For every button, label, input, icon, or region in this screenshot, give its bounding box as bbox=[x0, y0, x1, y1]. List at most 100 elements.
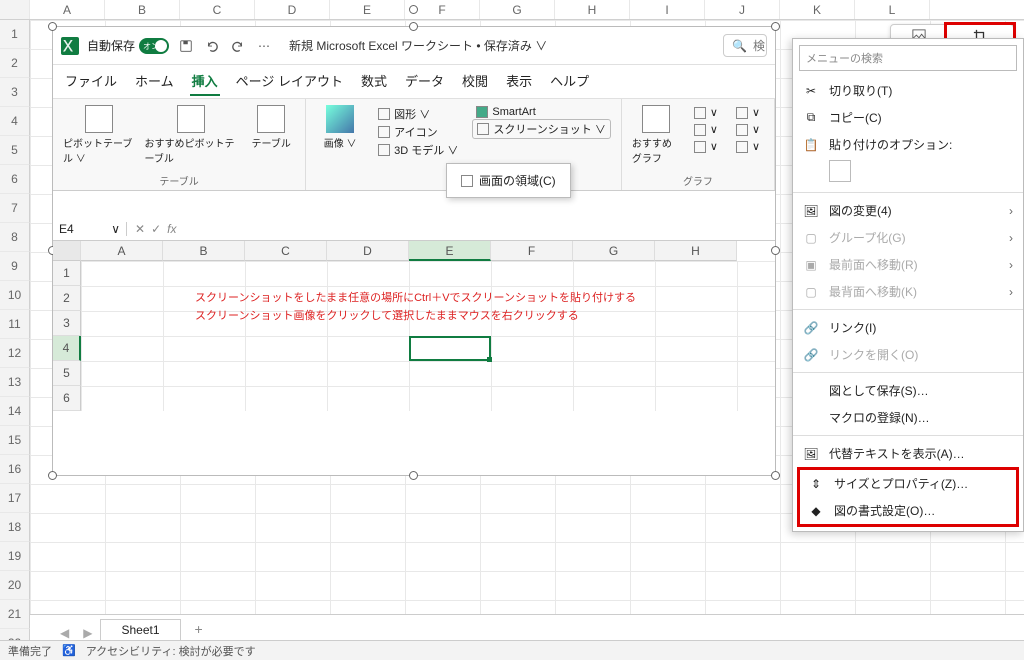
col[interactable]: I bbox=[630, 0, 705, 19]
outer-sheet-tabs: ◀ ▶ Sheet1 + bbox=[30, 614, 1024, 640]
col[interactable]: H bbox=[555, 0, 630, 19]
name-box[interactable]: E4∨ bbox=[53, 222, 127, 236]
menu-search[interactable]: メニューの検索 bbox=[799, 45, 1017, 71]
area-chart-icon bbox=[736, 124, 748, 136]
accept-icon[interactable]: ✓ bbox=[151, 222, 161, 236]
link-icon: 🔗 bbox=[803, 320, 819, 336]
resize-handle[interactable] bbox=[409, 471, 418, 480]
icons-button[interactable]: アイコン bbox=[374, 123, 462, 141]
redo-icon[interactable] bbox=[229, 37, 247, 55]
bring-front-item: ▣最前面へ移動(R)› bbox=[793, 251, 1023, 278]
add-sheet-button[interactable]: + bbox=[183, 618, 215, 640]
col[interactable]: E bbox=[330, 0, 405, 19]
selected-cell[interactable] bbox=[409, 336, 491, 361]
tab-help[interactable]: ヘルプ bbox=[548, 67, 591, 96]
group-charts: おすすめグラフ ∨ ∨ ∨ ∨ ∨ ∨ グラフ bbox=[622, 99, 775, 190]
undo-icon[interactable] bbox=[203, 37, 221, 55]
search-icon: 🔍 bbox=[732, 39, 747, 53]
chart-type-button[interactable]: ∨ bbox=[690, 139, 722, 154]
line-chart-icon bbox=[694, 124, 706, 136]
tab-file[interactable]: ファイル bbox=[63, 67, 119, 96]
camera-icon bbox=[477, 123, 489, 135]
ribbon: ピボットテーブル ∨ おすすめピボットテーブル テーブル テーブル 画像 ∨ 図… bbox=[53, 98, 775, 191]
col[interactable]: G bbox=[480, 0, 555, 19]
shapes-icon bbox=[378, 108, 390, 120]
recommended-pivot-button[interactable]: おすすめピボットテーブル bbox=[145, 105, 238, 165]
highlighted-menu-items: ⇕サイズとプロパティ(Z)… ◆図の書式設定(O)… bbox=[797, 467, 1019, 527]
col[interactable]: K bbox=[780, 0, 855, 19]
chart-type-button[interactable]: ∨ bbox=[690, 122, 722, 137]
outer-row-headers: 123 456 789 101112 131415 161718 192021 … bbox=[0, 20, 30, 660]
format-picture-item[interactable]: ◆図の書式設定(O)… bbox=[800, 497, 1016, 524]
change-picture-item[interactable]: 🖼図の変更(4)› bbox=[793, 197, 1023, 224]
status-ready: 準備完了 bbox=[8, 643, 52, 659]
formula-bar: E4∨ ✕ ✓ fx bbox=[53, 217, 775, 241]
tab-formulas[interactable]: 数式 bbox=[359, 67, 389, 96]
annotation-text: スクリーンショット画像をクリックして選択したままマウスを右クリックする bbox=[195, 307, 579, 323]
tab-nav-right[interactable]: ▶ bbox=[77, 626, 98, 640]
resize-handle[interactable] bbox=[48, 471, 57, 480]
tab-review[interactable]: 校閲 bbox=[460, 67, 490, 96]
3dmodel-button[interactable]: 3D モデル ∨ bbox=[374, 141, 462, 159]
resize-handle[interactable] bbox=[48, 22, 57, 31]
tab-view[interactable]: 表示 bbox=[504, 67, 534, 96]
smartart-button[interactable]: SmartArt bbox=[472, 105, 611, 119]
toggle-on-icon: オン bbox=[139, 38, 169, 54]
pivottable-button[interactable]: ピボットテーブル ∨ bbox=[63, 105, 135, 165]
tab-insert[interactable]: 挿入 bbox=[190, 67, 220, 96]
status-bar: 準備完了 ♿ アクセシビリティ: 検討が必要です bbox=[0, 640, 1024, 660]
recommended-chart-button[interactable]: おすすめグラフ bbox=[632, 105, 680, 165]
save-icon[interactable] bbox=[177, 37, 195, 55]
bring-front-icon: ▣ bbox=[803, 257, 819, 273]
chart-type-button[interactable]: ∨ bbox=[690, 105, 722, 120]
screen-clipping-item[interactable]: 画面の領域(C) bbox=[451, 168, 566, 193]
resize-handle[interactable] bbox=[771, 471, 780, 480]
cancel-icon[interactable]: ✕ bbox=[135, 222, 145, 236]
col[interactable]: B bbox=[105, 0, 180, 19]
chart-type-button[interactable]: ∨ bbox=[732, 122, 764, 137]
pasted-image[interactable]: 自動保存 オン ⋯ 新規 Microsoft Excel ワークシート • 保存… bbox=[52, 26, 776, 476]
alt-text-item[interactable]: 🖼代替テキストを表示(A)… bbox=[793, 440, 1023, 467]
save-as-picture-item[interactable]: 図として保存(S)… bbox=[793, 377, 1023, 404]
screenshot-button[interactable]: スクリーンショット ∨ bbox=[472, 119, 611, 139]
size-properties-item[interactable]: ⇕サイズとプロパティ(Z)… bbox=[800, 470, 1016, 497]
qat-more-icon[interactable]: ⋯ bbox=[255, 37, 273, 55]
autosave-toggle[interactable]: 自動保存 オン bbox=[87, 37, 169, 54]
tab-home[interactable]: ホーム bbox=[133, 67, 176, 96]
fx-icon[interactable]: fx bbox=[167, 222, 176, 236]
shapes-button[interactable]: 図形 ∨ bbox=[374, 105, 462, 123]
sheet-tab[interactable]: Sheet1 bbox=[100, 619, 180, 640]
tab-nav-left[interactable]: ◀ bbox=[54, 626, 75, 640]
chart-type-button[interactable]: ∨ bbox=[732, 105, 764, 120]
chevron-right-icon: › bbox=[1009, 204, 1013, 218]
paste-options-label: 📋貼り付けのオプション: bbox=[793, 131, 1023, 158]
alt-text-icon: 🖼 bbox=[803, 446, 819, 462]
inner-worksheet: ABC DEF GH 123 456 スクリーンショットをしたまま任意の場所にC… bbox=[53, 241, 775, 411]
copy-item[interactable]: ⧉コピー(C) bbox=[793, 104, 1023, 131]
cut-item[interactable]: ✂切り取り(T) bbox=[793, 77, 1023, 104]
search-box[interactable]: 🔍 検 bbox=[723, 34, 767, 57]
inner-cells[interactable]: スクリーンショットをしたまま任意の場所にCtrl＋Vでスクリーンショットを貼り付… bbox=[81, 261, 775, 411]
col[interactable]: J bbox=[705, 0, 780, 19]
change-picture-icon: 🖼 bbox=[803, 203, 819, 219]
bar-chart-icon bbox=[694, 107, 706, 119]
col[interactable]: A bbox=[30, 0, 105, 19]
link-item[interactable]: 🔗リンク(I) bbox=[793, 314, 1023, 341]
tab-pagelayout[interactable]: ページ レイアウト bbox=[234, 67, 345, 96]
chart-type-button[interactable]: ∨ bbox=[732, 139, 764, 154]
group-tables: ピボットテーブル ∨ おすすめピボットテーブル テーブル テーブル bbox=[53, 99, 306, 190]
col[interactable]: C bbox=[180, 0, 255, 19]
tab-data[interactable]: データ bbox=[403, 67, 446, 96]
ribbon-tabs: ファイル ホーム 挿入 ページ レイアウト 数式 データ 校閲 表示 ヘルプ bbox=[53, 65, 775, 98]
col[interactable]: D bbox=[255, 0, 330, 19]
assign-macro-item[interactable]: マクロの登録(N)… bbox=[793, 404, 1023, 431]
image-button[interactable]: 画像 ∨ bbox=[316, 105, 364, 150]
resize-handle[interactable] bbox=[409, 22, 418, 31]
resize-handle[interactable] bbox=[771, 22, 780, 31]
reco-pivot-icon bbox=[177, 105, 205, 133]
paste-option[interactable] bbox=[829, 160, 851, 182]
table-button[interactable]: テーブル bbox=[247, 105, 295, 150]
rotate-handle[interactable] bbox=[409, 5, 418, 14]
col[interactable]: L bbox=[855, 0, 930, 19]
accessibility-icon: ♿ bbox=[62, 644, 76, 657]
